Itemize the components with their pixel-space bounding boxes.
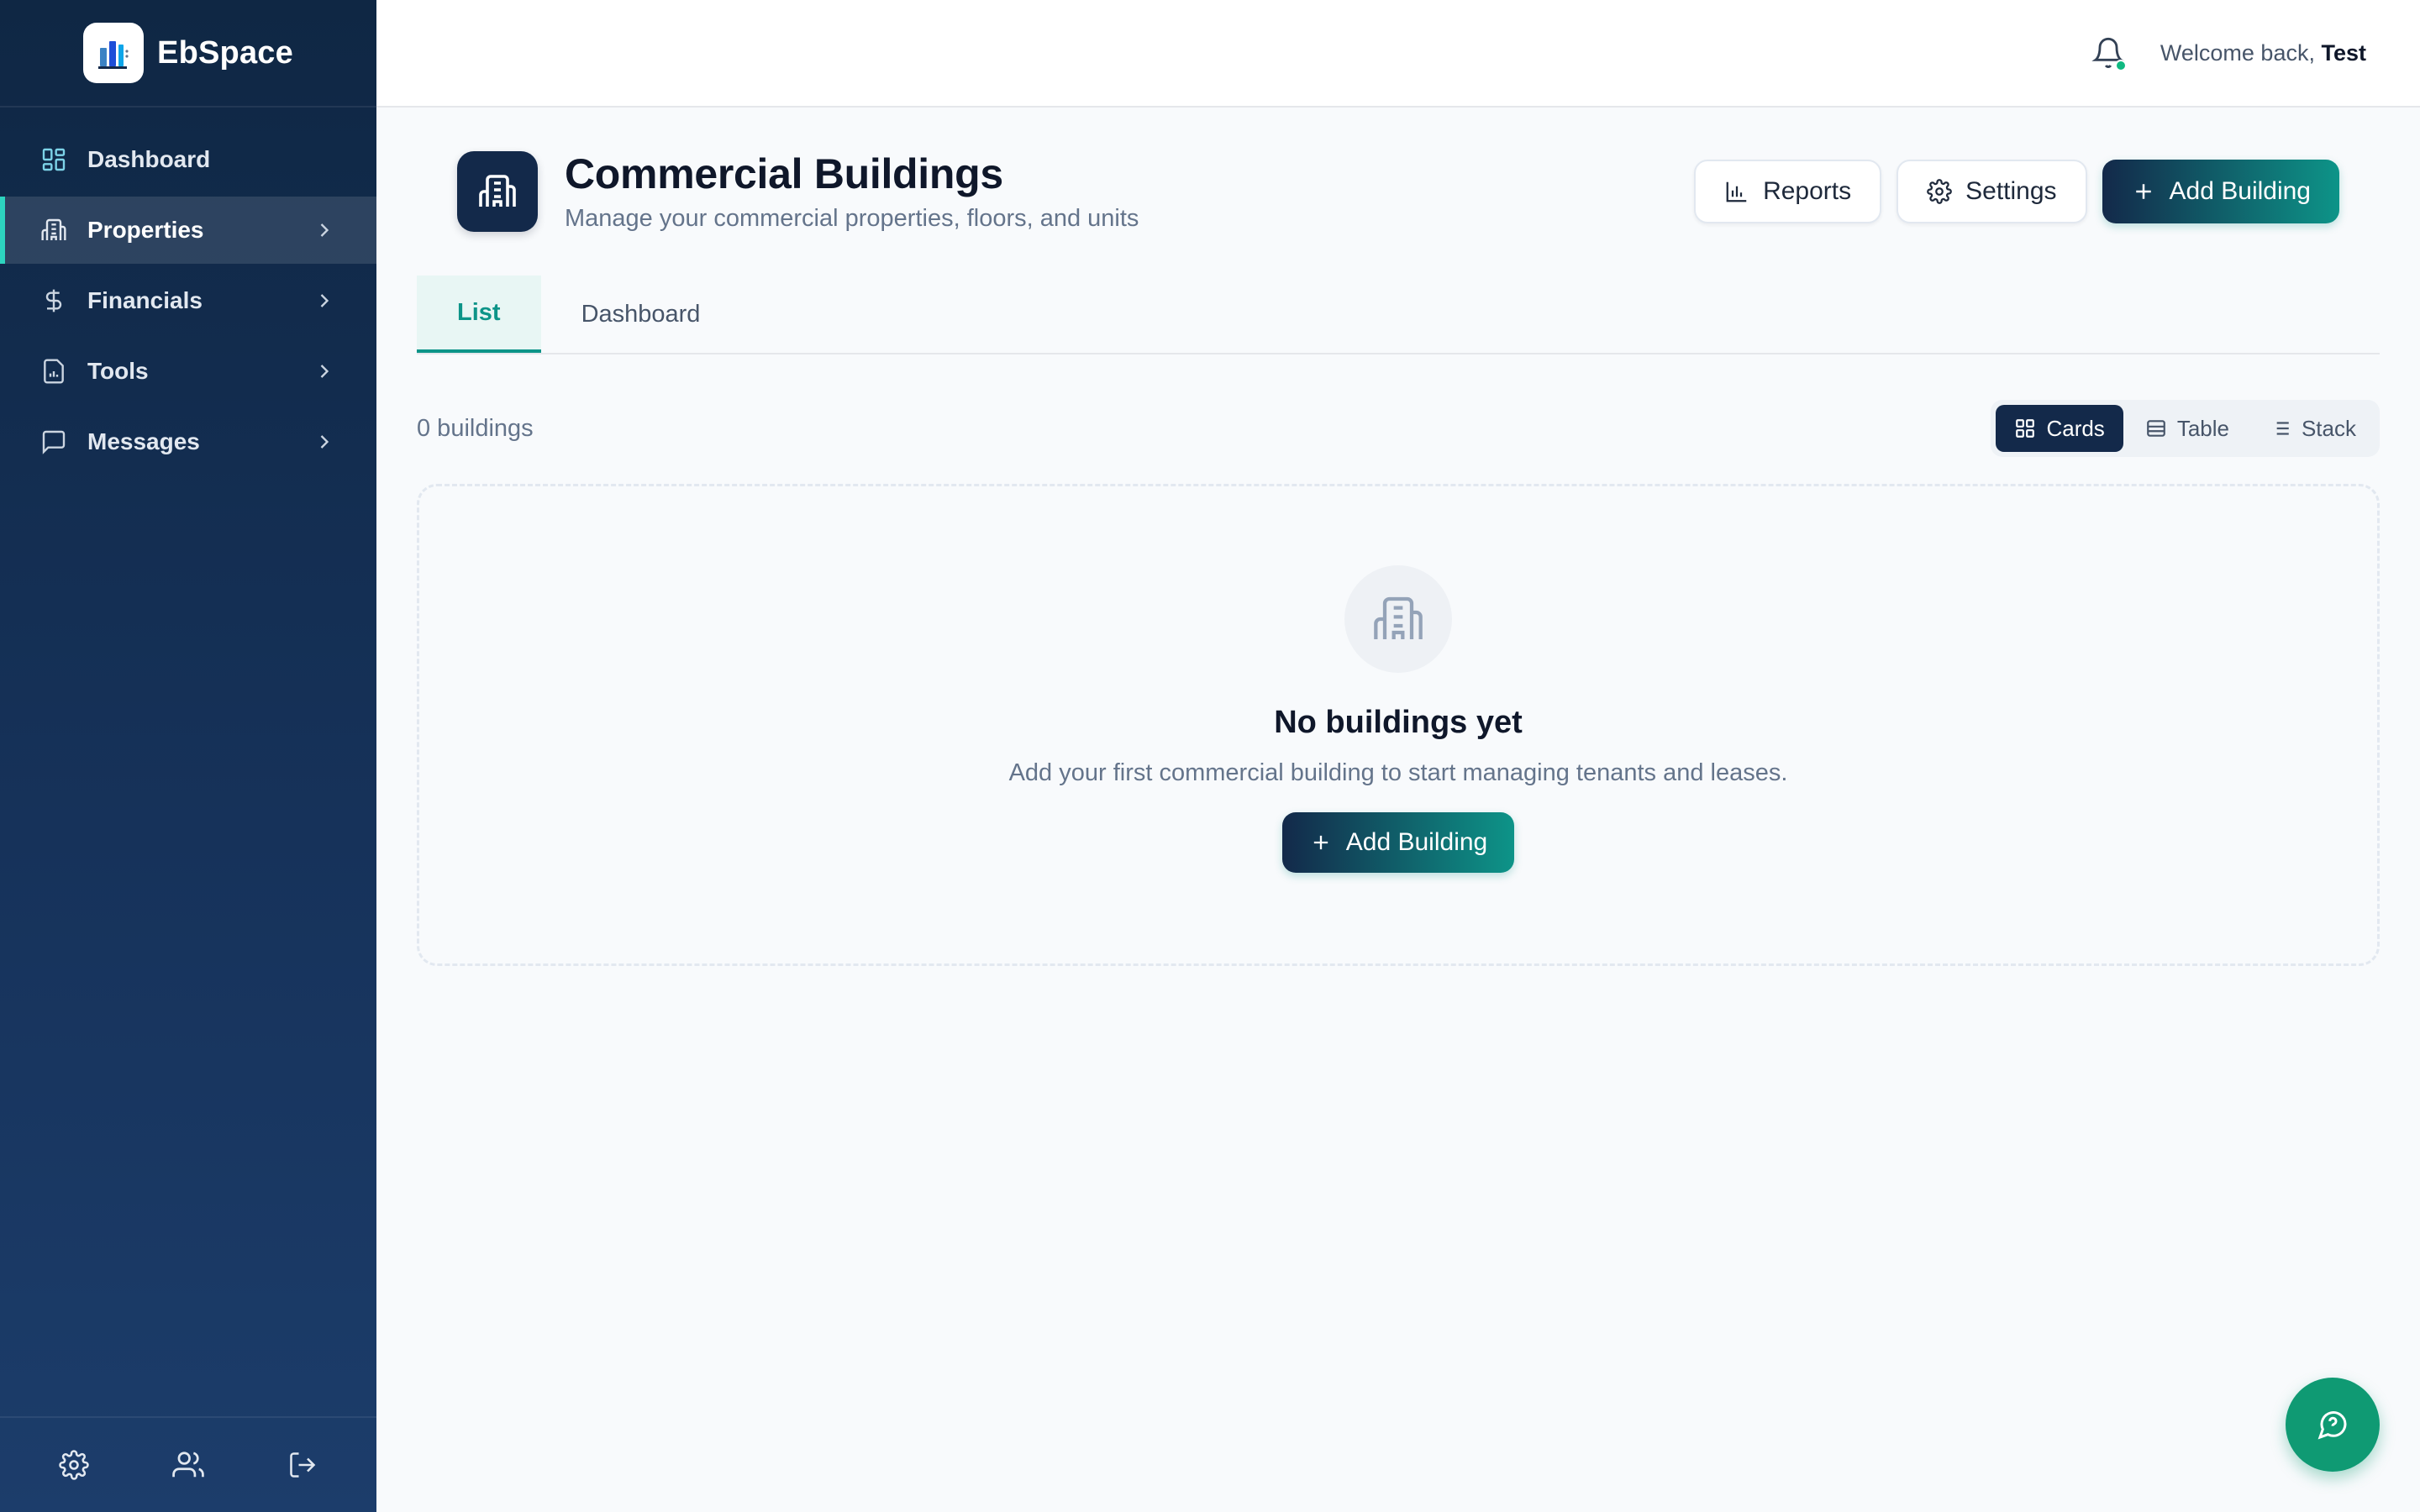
header-actions: Reports Settings Add Building [1694,160,2339,223]
building-icon [457,151,538,232]
list-icon [2272,422,2289,435]
calculator-icon [44,359,64,384]
message-icon [42,430,66,454]
settings-label: Settings [1965,177,2057,205]
plus-icon [1313,835,1328,850]
page-title: Commercial Buildings [565,150,1003,197]
topbar: Welcome back, Test [376,0,2420,108]
view-mode-label: Table [2176,415,2229,441]
chevron-right-icon [320,435,329,449]
sidebar-item-label: Properties [87,217,204,243]
sidebar-item-label: Messages [87,428,200,454]
add-building-label: Add Building [2169,177,2311,205]
sidebar-item-tools[interactable]: Tools [0,338,376,405]
table-icon [2146,420,2165,437]
empty-state-text: Add your first commercial building to st… [1008,759,1788,786]
sidebar: EbSpace Dashboard Properties Financials [0,0,376,1512]
sidebar-item-dashboard[interactable]: Dashboard [0,126,376,193]
brand-name: EbSpace [157,34,293,71]
empty-state: No buildings yet Add your first commerci… [417,484,2380,966]
building-icon [41,218,66,240]
sidebar-item-label: Tools [87,358,149,384]
logout-button[interactable] [276,1438,329,1492]
settings-button[interactable]: Settings [1897,160,2087,223]
view-mode-label: Stack [2301,415,2356,441]
user-name[interactable]: Test [2321,40,2366,66]
page-header: Commercial Buildings Manage your commerc… [417,108,2380,250]
users-button[interactable] [161,1438,215,1492]
sidebar-item-financials[interactable]: Financials [0,267,376,334]
notifications-button[interactable] [2088,33,2128,73]
notification-dot [2114,60,2127,71]
page-subtitle: Manage your commercial properties, floor… [565,205,1139,232]
tab-list[interactable]: List [417,276,541,353]
welcome-message: Welcome back, Test [2160,40,2366,66]
view-mode-toggle: Cards Table Stack [1991,400,2380,457]
main-content: Commercial Buildings Manage your commerc… [376,108,2420,1512]
list-toolbar: 0 buildings Cards Table Stack [417,396,2380,460]
bar-chart-icon [1726,181,1747,202]
add-building-label: Add Building [1345,828,1488,856]
building-count: 0 buildings [417,414,534,442]
sidebar-item-label: Financials [87,287,203,313]
empty-add-building-button[interactable]: Add Building [1281,812,1515,873]
tab-dashboard[interactable]: Dashboard [541,276,741,353]
view-tabs: List Dashboard [417,276,2380,354]
gear-icon [59,1450,89,1480]
help-button[interactable] [2286,1378,2380,1472]
welcome-prefix: Welcome back, [2160,39,2315,66]
sidebar-item-label: Dashboard [87,146,211,172]
view-cards-button[interactable]: Cards [1996,405,2123,452]
brand-logo-icon [83,23,145,83]
tab-label: List [457,298,501,326]
chevron-right-icon [320,223,329,237]
chevron-right-icon [320,365,329,378]
building-icon [1344,565,1452,673]
settings-button[interactable] [47,1438,101,1492]
sidebar-item-properties[interactable]: Properties [0,197,376,264]
gear-icon [1927,179,1952,204]
view-mode-label: Cards [2046,415,2105,441]
view-stack-button[interactable]: Stack [2251,405,2375,452]
plus-icon [2135,184,2151,199]
view-table-button[interactable]: Table [2127,405,2248,452]
reports-button[interactable]: Reports [1694,160,1882,223]
grid-icon [42,148,66,171]
sidebar-nav: Dashboard Properties Financials Tools Me… [0,108,376,475]
tab-label: Dashboard [581,300,701,328]
empty-state-title: No buildings yet [1274,705,1523,740]
brand[interactable]: EbSpace [0,0,376,108]
add-building-button[interactable]: Add Building [2102,160,2339,223]
sidebar-item-messages[interactable]: Messages [0,408,376,475]
cards-icon [2016,419,2035,438]
dollar-icon [45,289,62,312]
chevron-right-icon [320,294,329,307]
sidebar-footer [0,1416,376,1512]
logout-icon [290,1452,316,1478]
reports-label: Reports [1763,177,1852,205]
users-icon [172,1452,204,1478]
help-chat-icon [2317,1411,2347,1440]
